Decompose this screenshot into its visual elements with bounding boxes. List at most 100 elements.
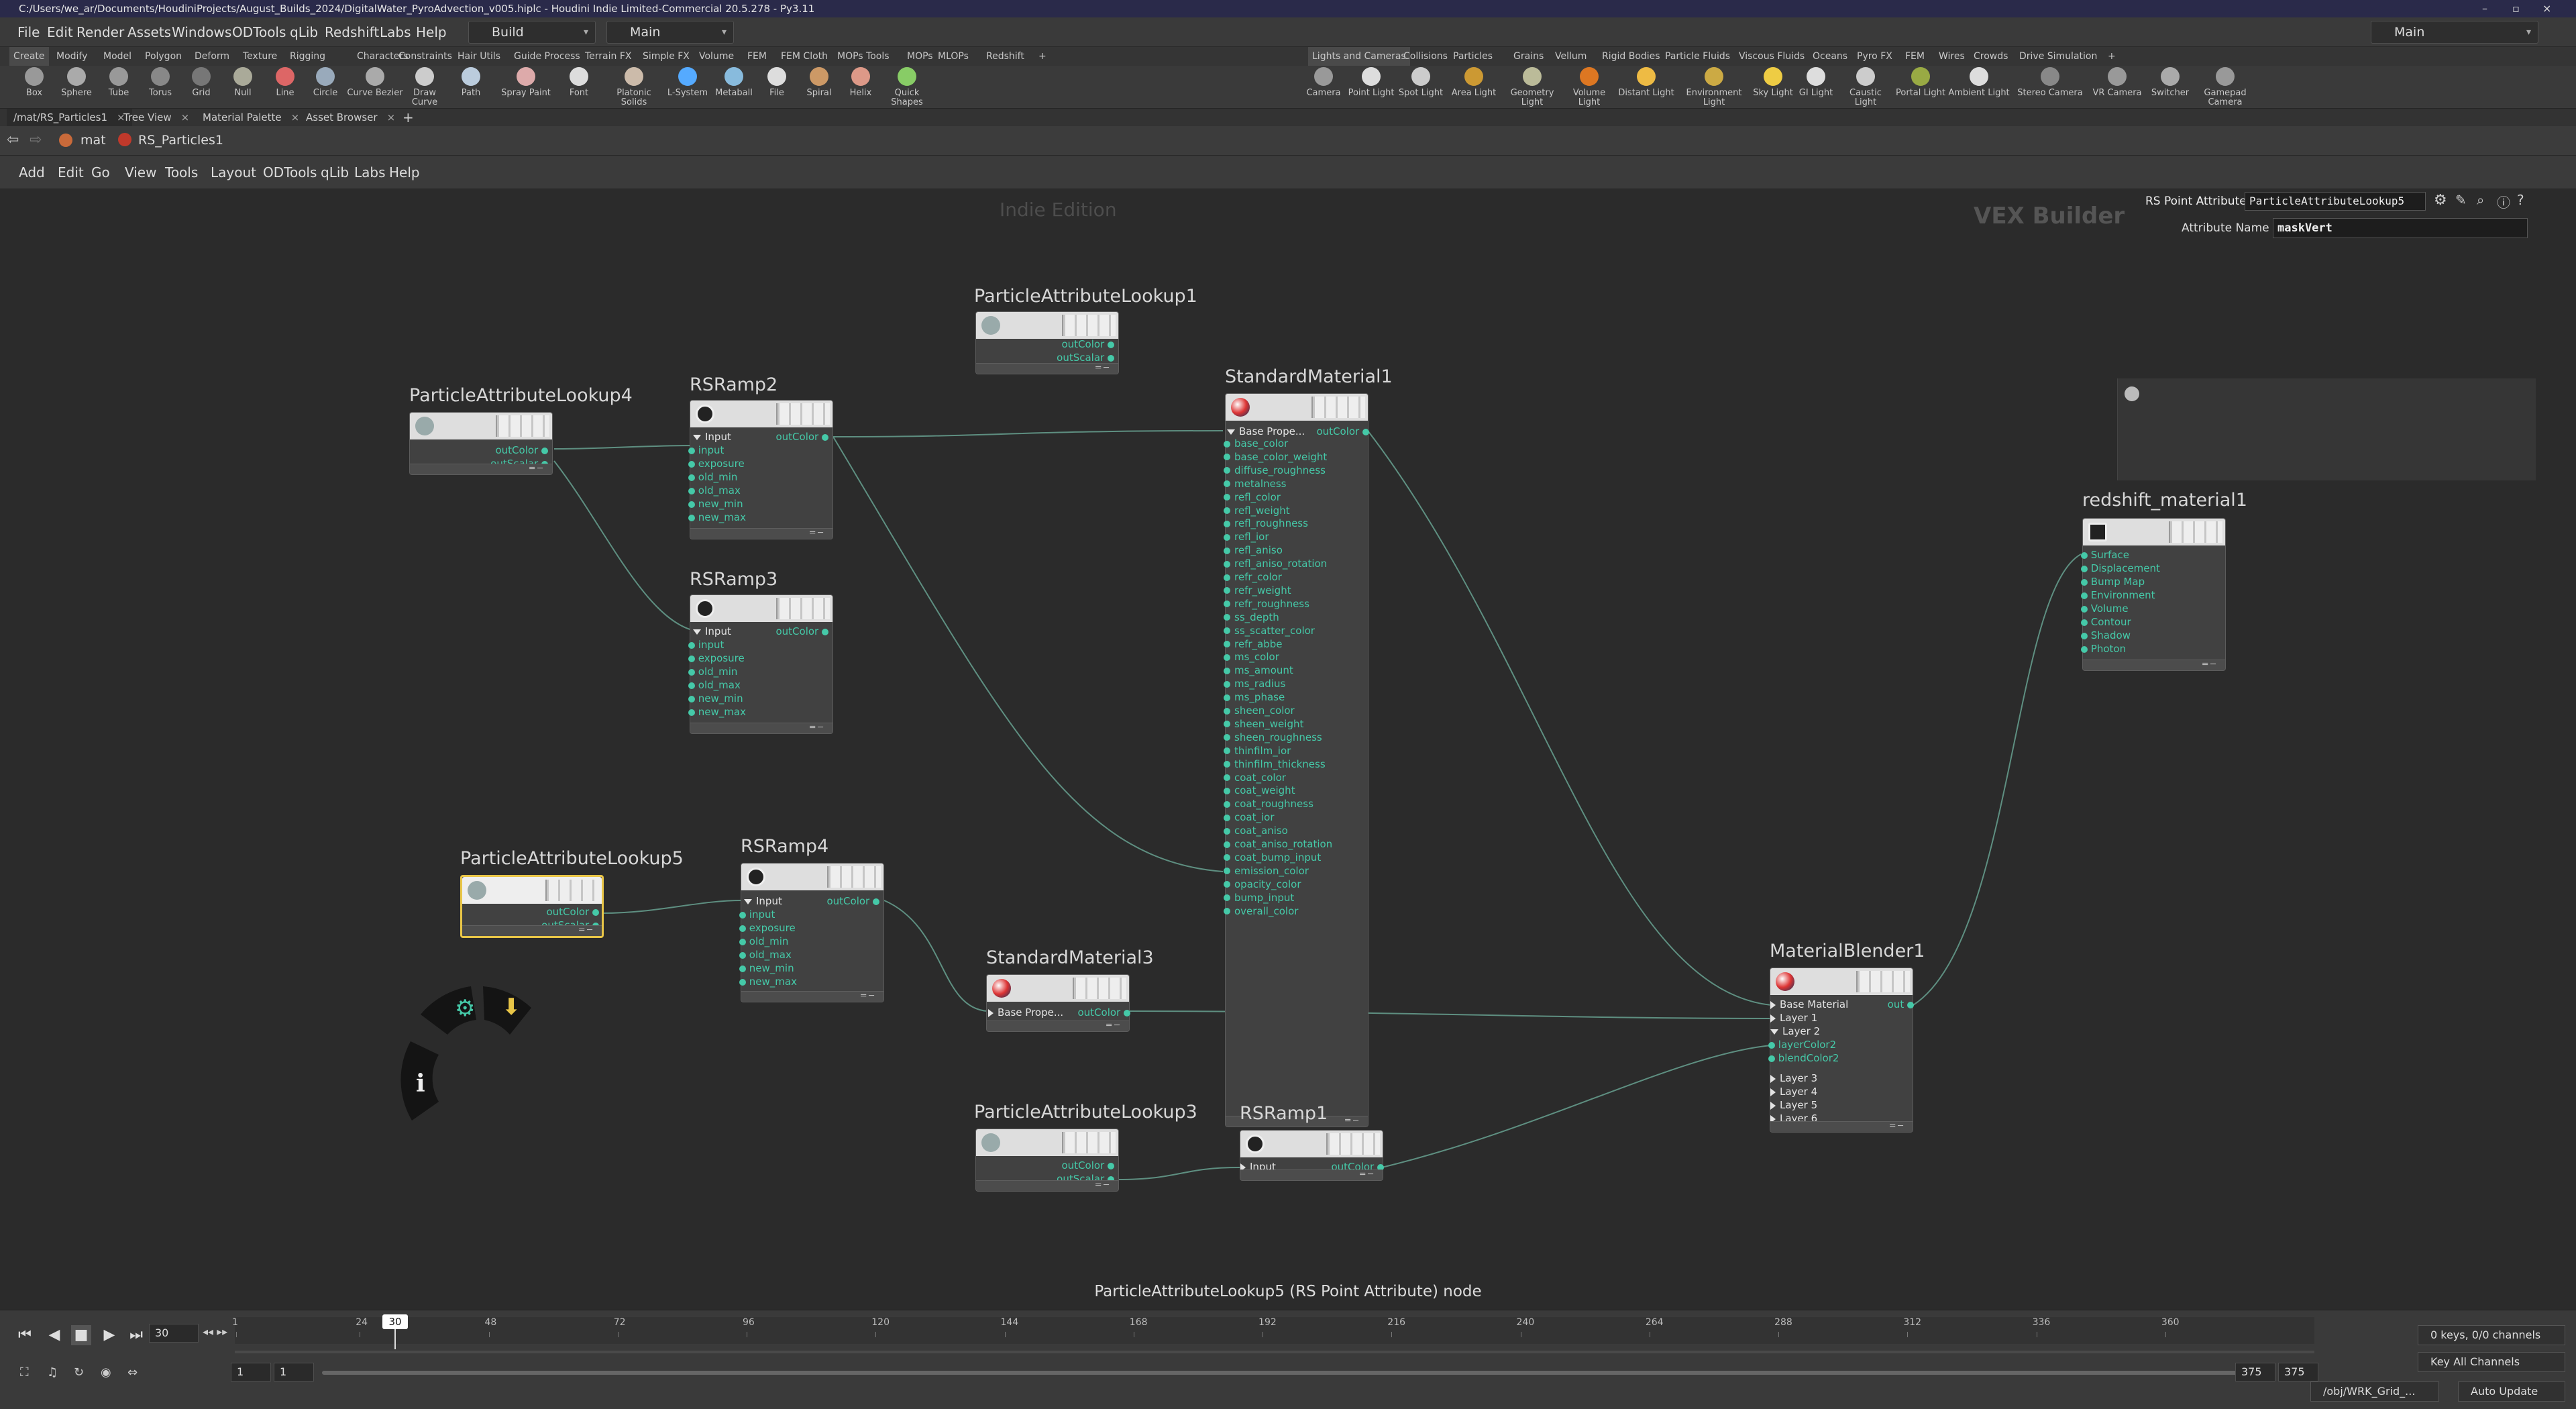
input-port[interactable]: Bump Map	[2081, 575, 2145, 588]
input-port[interactable]: ms_phase	[1224, 690, 1285, 704]
node-rsramp3[interactable]: Input outColor input exposure old_min ol…	[688, 594, 833, 734]
port-dot[interactable]	[2081, 552, 2088, 559]
input-port[interactable]: refl_weight	[1224, 504, 1290, 517]
tool-font[interactable]: Font	[554, 67, 604, 107]
input-port[interactable]: ms_color	[1224, 650, 1279, 664]
tool-box[interactable]: Box	[13, 67, 55, 107]
port-dot[interactable]	[688, 447, 695, 454]
shelf-tab-volume[interactable]: Volume	[699, 47, 734, 66]
forward-arrow-icon[interactable]: ⇨	[30, 132, 42, 148]
input-group[interactable]: Base Material	[1770, 998, 1848, 1011]
menu-edit[interactable]: Edit	[47, 17, 73, 47]
port-dot[interactable]	[1224, 520, 1230, 527]
port-dot[interactable]	[1224, 547, 1230, 554]
input-port[interactable]: input	[688, 638, 724, 651]
port-dot[interactable]	[1108, 341, 1114, 348]
port-dot[interactable]	[1224, 734, 1230, 741]
path-context[interactable]: mat	[80, 133, 106, 148]
tool-environment-light[interactable]: Environment Light	[1676, 67, 1752, 107]
port-dot[interactable]	[1224, 654, 1230, 661]
input-port[interactable]: metalness	[1224, 477, 1286, 490]
node-particleattributelookup4[interactable]: outColor outScalar ═ ─	[409, 412, 553, 475]
shelf-tab-deform[interactable]: Deform	[195, 47, 229, 66]
tool-platonic-solids[interactable]: Platonic Solids	[604, 67, 664, 107]
port-dot[interactable]	[739, 965, 746, 972]
input-port[interactable]: layerColor2	[1768, 1038, 1836, 1051]
port-dot[interactable]	[1224, 761, 1230, 768]
input-port[interactable]: overall_color	[1224, 904, 1298, 918]
tool-helix[interactable]: Helix	[841, 67, 880, 107]
range-start2-field[interactable]: 1	[274, 1363, 314, 1381]
right-desktop-dropdown[interactable]: Main ▾	[2371, 21, 2538, 44]
shelf-tab-lights-and-cameras[interactable]: Lights and Cameras	[1308, 47, 1410, 66]
tool-draw-curve[interactable]: Draw Curve	[405, 67, 444, 107]
tool-geometry-light[interactable]: Geometry Light	[1503, 67, 1562, 107]
input-port[interactable]: base_color	[1224, 437, 1288, 450]
input-port[interactable]: coat_ior	[1224, 811, 1275, 824]
tool-area-light[interactable]: Area Light	[1445, 67, 1503, 107]
menu-qlib[interactable]: qLib	[290, 17, 318, 47]
menu-help[interactable]: Help	[416, 17, 447, 47]
port-dot[interactable]	[1362, 428, 1369, 435]
input-port[interactable]: bump_input	[1224, 891, 1294, 904]
shelf-tab-fem[interactable]: FEM	[1905, 47, 1925, 66]
port-dot[interactable]	[1768, 1041, 1775, 1049]
input-port[interactable]: old_min	[688, 470, 737, 484]
port-dot[interactable]	[688, 695, 695, 702]
input-port[interactable]: exposure	[739, 921, 796, 935]
input-group[interactable]: Input	[693, 430, 731, 443]
input-port[interactable]: base_color_weight	[1224, 450, 1327, 464]
port-dot[interactable]	[688, 641, 695, 649]
input-port[interactable]: old_max	[739, 948, 792, 961]
collapsed-triangle-icon[interactable]	[1770, 1014, 1776, 1023]
range-start-field[interactable]: 1	[231, 1363, 271, 1381]
tab-material-palette[interactable]: Material Palette ×	[203, 109, 299, 126]
input-port[interactable]: Environment	[2081, 588, 2155, 602]
tool-path[interactable]: Path	[444, 67, 498, 107]
node-flags[interactable]	[776, 598, 830, 619]
node-materialblender1[interactable]: out Base Material Layer 1 Layer 2 layerC…	[1768, 968, 1914, 1133]
tool-quick-shapes[interactable]: Quick Shapes	[880, 67, 934, 107]
port-dot[interactable]	[1224, 908, 1230, 915]
node-particleattributelookup5-selected[interactable]: outColor outScalar ═ ─	[460, 875, 604, 938]
collapsed-triangle-icon[interactable]	[1770, 1000, 1776, 1009]
input-port[interactable]: refr_abbe	[1224, 637, 1282, 651]
port-dot[interactable]	[1224, 614, 1230, 621]
parm-node-name-field[interactable]: ParticleAttributeLookup5	[2245, 192, 2426, 211]
tool-grid[interactable]: Grid	[181, 67, 221, 107]
port-dot[interactable]	[688, 682, 695, 689]
port-dot[interactable]	[1224, 560, 1230, 568]
shelf-tab-grains[interactable]: Grains	[1513, 47, 1544, 66]
output-port[interactable]: outColor	[1061, 337, 1114, 351]
tool-gi-light[interactable]: GI Light	[1794, 67, 1838, 107]
input-port[interactable]: old_min	[739, 935, 788, 948]
input-port[interactable]: ms_radius	[1224, 677, 1285, 690]
shelf-tab-hair-utils[interactable]: Hair Utils	[458, 47, 500, 66]
shelf-tab-rigid-bodies[interactable]: Rigid Bodies	[1602, 47, 1660, 66]
port-dot[interactable]	[1108, 354, 1114, 362]
tool-point-light[interactable]: Point Light	[1346, 67, 1397, 107]
input-group[interactable]: Input	[744, 894, 782, 908]
path-node[interactable]: RS_Particles1	[138, 133, 223, 148]
port-dot[interactable]	[1124, 1009, 1130, 1016]
port-dot[interactable]	[1224, 868, 1230, 875]
step-back-icon[interactable]: ◀	[44, 1325, 64, 1345]
net-menu-layout[interactable]: Layout	[211, 156, 256, 189]
output-port[interactable]: outColor	[826, 894, 879, 908]
port-dot[interactable]	[2081, 605, 2088, 613]
port-dot[interactable]	[1224, 480, 1230, 488]
output-port[interactable]: outColor	[546, 905, 599, 919]
port-dot[interactable]	[873, 898, 879, 905]
shelf-tab-terrain-fx[interactable]: Terrain FX	[585, 47, 632, 66]
input-port[interactable]: refl_aniso_rotation	[1224, 557, 1327, 570]
output-port[interactable]: out	[1888, 998, 1914, 1011]
port-dot[interactable]	[1224, 841, 1230, 848]
tool-ambient-light[interactable]: Ambient Light	[1948, 67, 2010, 107]
add-tab-icon[interactable]: +	[402, 109, 414, 126]
context-path[interactable]: /obj/WRK_Grid_...	[2310, 1381, 2439, 1402]
input-port[interactable]: old_max	[688, 484, 741, 497]
bypass-icon[interactable]: ⚙	[455, 995, 475, 1022]
input-port[interactable]: Surface	[2081, 548, 2129, 562]
step-forward-icon[interactable]: ⏭	[126, 1325, 146, 1345]
port-dot[interactable]	[1224, 894, 1230, 902]
